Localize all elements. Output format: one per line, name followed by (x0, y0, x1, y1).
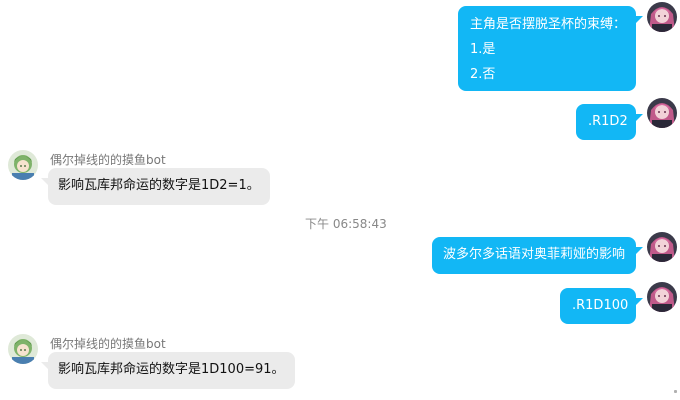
bot-avatar-icon[interactable] (8, 334, 38, 364)
message-bubble[interactable]: 主角是否摆脱圣杯的束缚： 1.是 2.否 (458, 6, 643, 91)
self-avatar-icon[interactable] (647, 282, 677, 312)
sender-name: 偶尔掉线的的摸鱼bot (50, 153, 166, 167)
self-avatar-icon[interactable] (647, 2, 677, 32)
message-bubble[interactable]: 影响瓦库邦命运的数字是1D100=91。 (41, 352, 295, 389)
scrollbar-indicator[interactable] (674, 390, 677, 393)
message-bubble[interactable]: 影响瓦库邦命运的数字是1D2=1。 (41, 168, 270, 205)
timestamp: 下午 06:58:43 (305, 217, 387, 231)
message-text: 波多尔多话语对奥菲莉娅的影响 (443, 247, 626, 262)
message-line: 主角是否摆脱圣杯的束缚： (470, 17, 627, 32)
message-text: .R1D2 (588, 114, 628, 129)
bot-avatar-icon[interactable] (8, 150, 38, 180)
message-line: 2.否 (470, 67, 496, 82)
message-line: 1.是 (470, 42, 496, 57)
message-text: 影响瓦库邦命运的数字是1D2=1。 (58, 178, 260, 193)
self-avatar-icon[interactable] (647, 232, 677, 262)
message-text: 影响瓦库邦命运的数字是1D100=91。 (58, 362, 285, 377)
chat-area: 主角是否摆脱圣杯的束缚： 1.是 2.否 .R1D2 偶尔掉线的的摸鱼bot 影… (0, 0, 680, 400)
message-text: .R1D100 (572, 298, 629, 313)
message-bubble[interactable]: .R1D2 (576, 104, 643, 140)
self-avatar-icon[interactable] (647, 98, 677, 128)
message-bubble[interactable]: .R1D100 (560, 288, 643, 324)
message-bubble[interactable]: 波多尔多话语对奥菲莉娅的影响 (432, 237, 643, 274)
sender-name: 偶尔掉线的的摸鱼bot (50, 337, 166, 351)
